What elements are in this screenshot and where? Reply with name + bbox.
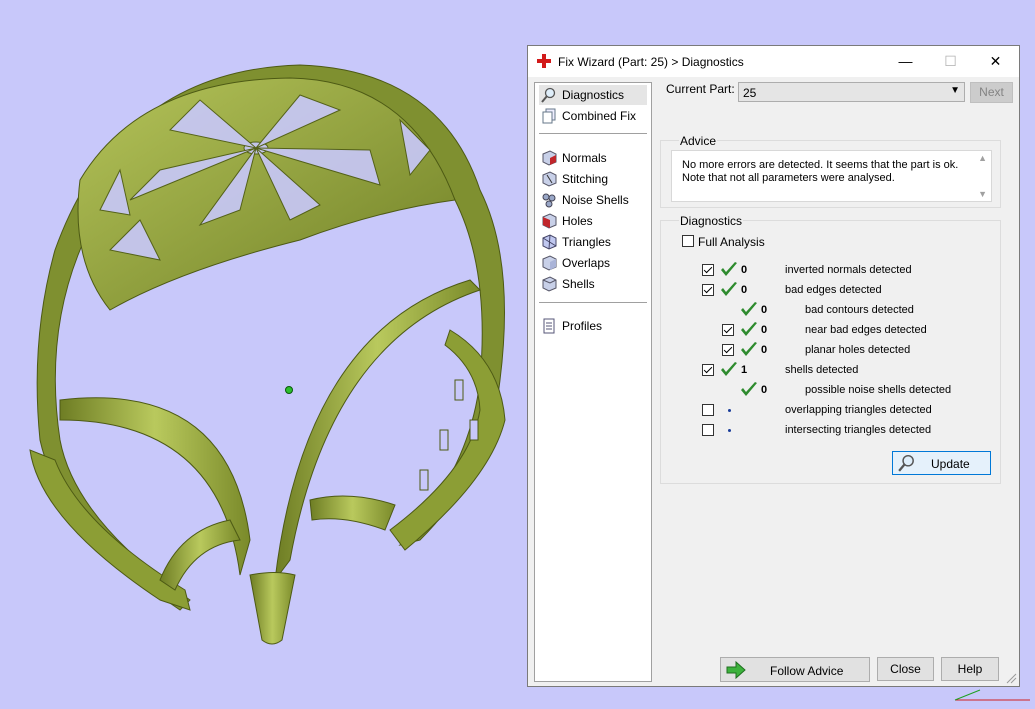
cube-holes-icon <box>542 213 557 229</box>
diagnostic-label: bad edges detected <box>785 284 882 296</box>
title-bar[interactable]: Fix Wizard (Part: 25) > Diagnostics — ☐ … <box>528 46 1019 77</box>
diagnostic-checkbox[interactable] <box>702 404 714 416</box>
follow-advice-button[interactable]: Follow Advice <box>720 657 870 682</box>
current-part-select[interactable]: 25 ▼ <box>738 82 965 102</box>
nav-label: Triangles <box>562 235 611 249</box>
green-check-icon <box>741 302 757 316</box>
arrow-right-icon <box>726 661 746 679</box>
nav-label: Noise Shells <box>562 193 629 207</box>
update-button[interactable]: Update <box>892 451 991 475</box>
advice-group-label: Advice <box>679 134 718 148</box>
green-check-icon <box>741 322 757 336</box>
nav-item-noise-shells[interactable]: Noise Shells <box>539 190 647 210</box>
green-check-icon <box>721 282 737 296</box>
nav-item-stitching[interactable]: Stitching <box>539 169 647 189</box>
diagnostic-checkbox[interactable] <box>722 344 734 356</box>
green-check-icon <box>741 342 757 356</box>
nav-item-triangles[interactable]: Triangles <box>539 232 647 252</box>
close-window-button[interactable]: ✕ <box>973 46 1018 77</box>
diagnostic-checkbox[interactable] <box>722 324 734 336</box>
minimize-button[interactable]: — <box>883 46 928 77</box>
nav-label: Combined Fix <box>562 109 637 123</box>
cube-stitching-icon <box>542 171 557 187</box>
diagnostics-group-label: Diagnostics <box>679 214 744 228</box>
update-label: Update <box>931 457 970 471</box>
diagnostic-label: inverted normals detected <box>785 264 912 276</box>
green-check-icon <box>721 262 737 276</box>
nav-item-overlaps[interactable]: Overlaps <box>539 253 647 273</box>
not-analysed-dot-icon <box>728 429 731 432</box>
diagnostic-count: 0 <box>761 304 768 316</box>
green-check-icon <box>721 362 737 376</box>
diagnostic-count: 0 <box>761 344 768 356</box>
window-title: Fix Wizard (Part: 25) > Diagnostics <box>558 55 744 69</box>
green-check-icon <box>741 382 757 396</box>
nav-label: Normals <box>562 151 607 165</box>
diagnostic-count: 0 <box>761 384 768 396</box>
diagnostic-label: bad contours detected <box>805 304 914 316</box>
diagnostic-label: possible noise shells detected <box>805 384 952 396</box>
cube-shells-icon <box>542 276 557 292</box>
not-analysed-dot-icon <box>728 409 731 412</box>
scroll-down-icon[interactable]: ▼ <box>978 189 987 199</box>
diagnostic-label: intersecting triangles detected <box>785 424 932 436</box>
help-button[interactable]: Help <box>941 657 999 681</box>
close-button[interactable]: Close <box>877 657 934 681</box>
nav-divider <box>539 302 647 303</box>
red-cross-icon <box>537 54 551 68</box>
nav-label: Diagnostics <box>562 88 625 102</box>
full-analysis-checkbox[interactable] <box>682 235 694 247</box>
fix-wizard-window: Fix Wizard (Part: 25) > Diagnostics — ☐ … <box>527 45 1020 687</box>
magnifier-icon <box>541 87 556 103</box>
nav-label: Overlaps <box>562 256 611 270</box>
next-button[interactable]: Next <box>970 82 1013 103</box>
nav-item-shells[interactable]: Shells <box>539 274 647 294</box>
diagnostic-count: 0 <box>741 264 748 276</box>
current-part-label: Current Part: <box>666 82 735 96</box>
follow-advice-label: Follow Advice <box>770 664 844 678</box>
wizard-nav: Diagnostics Combined Fix Normals Stitchi… <box>534 82 652 682</box>
magnifier-icon <box>898 454 914 472</box>
current-part-value: 25 <box>743 86 757 100</box>
nav-label: Holes <box>562 214 593 228</box>
resize-grip-icon[interactable] <box>1005 672 1017 684</box>
nav-label: Shells <box>562 277 595 291</box>
maximize-button[interactable]: ☐ <box>928 46 973 77</box>
diagnostic-label: overlapping triangles detected <box>785 404 932 416</box>
nav-item-diagnostics[interactable]: Diagnostics <box>539 85 647 105</box>
advice-text: No more errors are detected. It seems th… <box>682 159 959 184</box>
diagnostic-label: shells detected <box>785 364 859 376</box>
nav-item-profiles[interactable]: Profiles <box>539 316 647 336</box>
noise-shells-icon <box>542 193 556 208</box>
diagnostic-checkbox[interactable] <box>702 424 714 436</box>
pages-icon <box>542 108 556 124</box>
nav-label: Profiles <box>562 319 603 333</box>
diagnostic-count: 0 <box>741 284 748 296</box>
nav-divider <box>539 133 647 134</box>
cube-triangles-icon <box>542 234 557 250</box>
diagnostic-checkbox[interactable] <box>702 284 714 296</box>
diagnostic-count: 1 <box>741 364 748 376</box>
nav-item-combined-fix[interactable]: Combined Fix <box>539 106 647 126</box>
chevron-down-icon: ▼ <box>950 85 960 96</box>
diagnostic-label: near bad edges detected <box>805 324 927 336</box>
cube-overlaps-icon <box>542 255 557 271</box>
nav-label: Stitching <box>562 172 609 186</box>
scroll-up-icon[interactable]: ▲ <box>978 153 987 163</box>
diagnostic-checkbox[interactable] <box>702 364 714 376</box>
cube-normals-icon <box>542 150 557 166</box>
diagnostic-checkbox[interactable] <box>702 264 714 276</box>
advice-textbox[interactable]: No more errors are detected. It seems th… <box>671 150 992 202</box>
full-analysis-label: Full Analysis <box>698 235 765 249</box>
nav-item-normals[interactable]: Normals <box>539 148 647 168</box>
document-icon <box>543 318 555 334</box>
diagnostic-label: planar holes detected <box>805 344 911 356</box>
diagnostic-count: 0 <box>761 324 768 336</box>
nav-item-holes[interactable]: Holes <box>539 211 647 231</box>
